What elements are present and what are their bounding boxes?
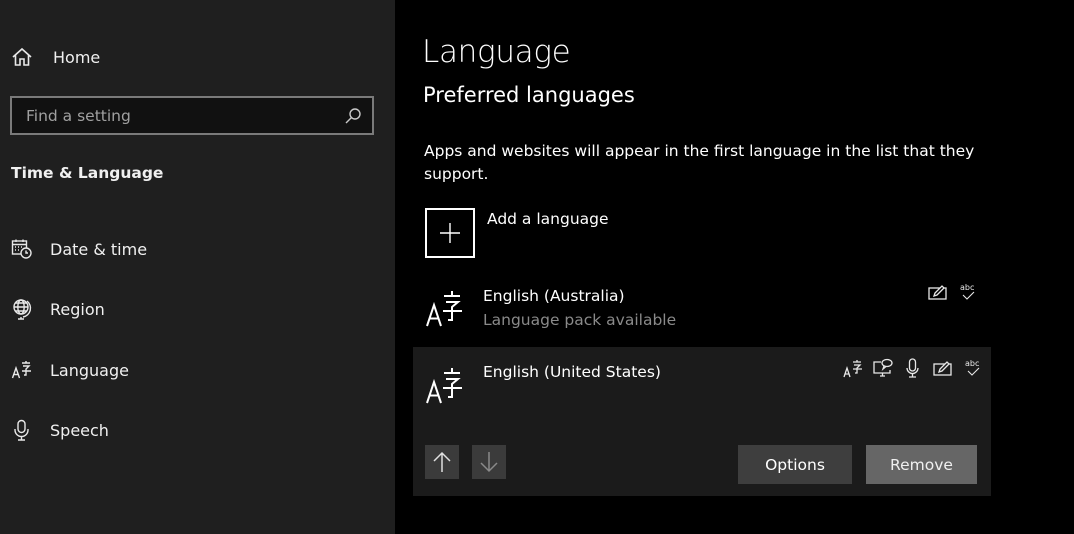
add-language-label: Add a language [487, 210, 609, 228]
sidebar-item-label: Language [50, 360, 129, 380]
language-pack-icon [843, 360, 862, 378]
sidebar-item-region[interactable]: Region [11, 296, 105, 322]
sidebar-item-label: Region [50, 299, 105, 319]
description-text: Apps and websites will appear in the fir… [424, 142, 975, 183]
plus-icon [425, 208, 475, 258]
spellcheck-icon: abc [960, 283, 974, 300]
handwriting-icon [928, 285, 947, 300]
microphone-icon [11, 419, 33, 441]
speech-icon [906, 358, 919, 378]
language-name: English (Australia) [483, 287, 625, 305]
language-list-item-selected[interactable]: English (United States) abc Options Remo… [413, 347, 991, 496]
home-label: Home [53, 47, 101, 67]
sidebar-section-title: Time & Language [11, 164, 164, 182]
options-button[interactable]: Options [738, 445, 852, 484]
globe-icon [11, 298, 33, 320]
arrow-up-icon [433, 451, 451, 472]
sidebar-item-home[interactable]: Home [11, 44, 100, 70]
sidebar-item-label: Speech [50, 420, 109, 440]
main-content: Language Preferred languages Apps and we… [395, 0, 1074, 534]
search-input[interactable] [12, 98, 372, 133]
language-name: English (United States) [483, 363, 661, 381]
svg-text:abc: abc [960, 283, 974, 292]
sidebar: Home Time & Language Date & time [0, 0, 395, 534]
sidebar-item-date-time[interactable]: Date & time [11, 236, 147, 262]
section-heading: Preferred languages [423, 83, 635, 107]
language-icon [11, 359, 33, 381]
search-box[interactable] [10, 96, 374, 135]
add-language-button[interactable]: Add a language [425, 208, 609, 258]
display-language-icon [873, 358, 893, 377]
language-status: Language pack available [483, 311, 677, 329]
language-list-item[interactable]: English (Australia) Language pack availa… [413, 276, 991, 340]
arrow-down-icon [480, 452, 498, 473]
sidebar-item-label: Date & time [50, 239, 148, 259]
handwriting-icon [933, 361, 952, 376]
move-up-button[interactable] [425, 445, 459, 479]
language-glyph-icon [426, 368, 462, 404]
sidebar-item-speech[interactable]: Speech [11, 417, 109, 443]
svg-text:abc: abc [965, 359, 979, 368]
sidebar-item-language[interactable]: Language [11, 357, 129, 383]
move-down-button[interactable] [472, 445, 506, 479]
home-icon [12, 47, 32, 66]
page-title: Language [422, 34, 571, 70]
calendar-clock-icon [11, 238, 33, 260]
language-glyph-icon [426, 291, 462, 327]
search-icon[interactable] [344, 107, 362, 125]
remove-button[interactable]: Remove [866, 445, 977, 484]
spellcheck-icon: abc [965, 359, 979, 376]
